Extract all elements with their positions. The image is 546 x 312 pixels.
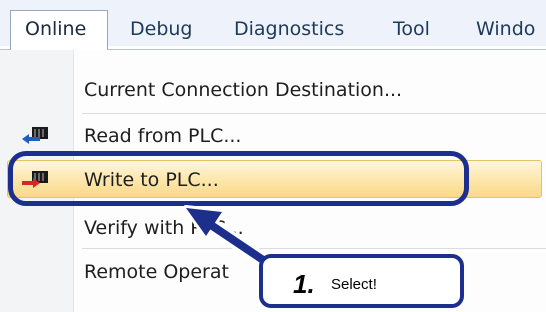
menu-item-current-connection-destination[interactable]: Current Connection Destination... xyxy=(0,70,546,110)
menu-separator xyxy=(82,113,546,114)
highlight-frame xyxy=(8,151,469,206)
menu-tab-diagnostics[interactable]: Diagnostics xyxy=(234,17,344,41)
menu-item-label: Remote Operat xyxy=(84,261,229,283)
menu-item-verify-with-plc[interactable]: Verify with PLC... xyxy=(0,208,546,248)
menu-separator xyxy=(82,248,546,249)
menu-item-label: Current Connection Destination... xyxy=(84,79,403,101)
menu-tab-online[interactable]: Online xyxy=(10,10,108,50)
instruction-callout: 1. Select! xyxy=(259,254,464,308)
menu-item-read-from-plc[interactable]: Read from PLC... xyxy=(0,116,546,156)
read-from-plc-icon xyxy=(20,125,50,147)
menu-item-label: Read from PLC... xyxy=(84,125,242,147)
menu-item-label: Verify with PLC... xyxy=(84,217,244,239)
menu-tab-tool[interactable]: Tool xyxy=(393,17,430,41)
menu-bar: Online Debug Diagnostics Tool Windo xyxy=(0,0,546,50)
instruction-text: Select! xyxy=(331,276,377,293)
menu-tab-window[interactable]: Windo xyxy=(476,17,535,41)
menu-tab-debug[interactable]: Debug xyxy=(130,17,192,41)
step-number: 1. xyxy=(293,269,315,299)
